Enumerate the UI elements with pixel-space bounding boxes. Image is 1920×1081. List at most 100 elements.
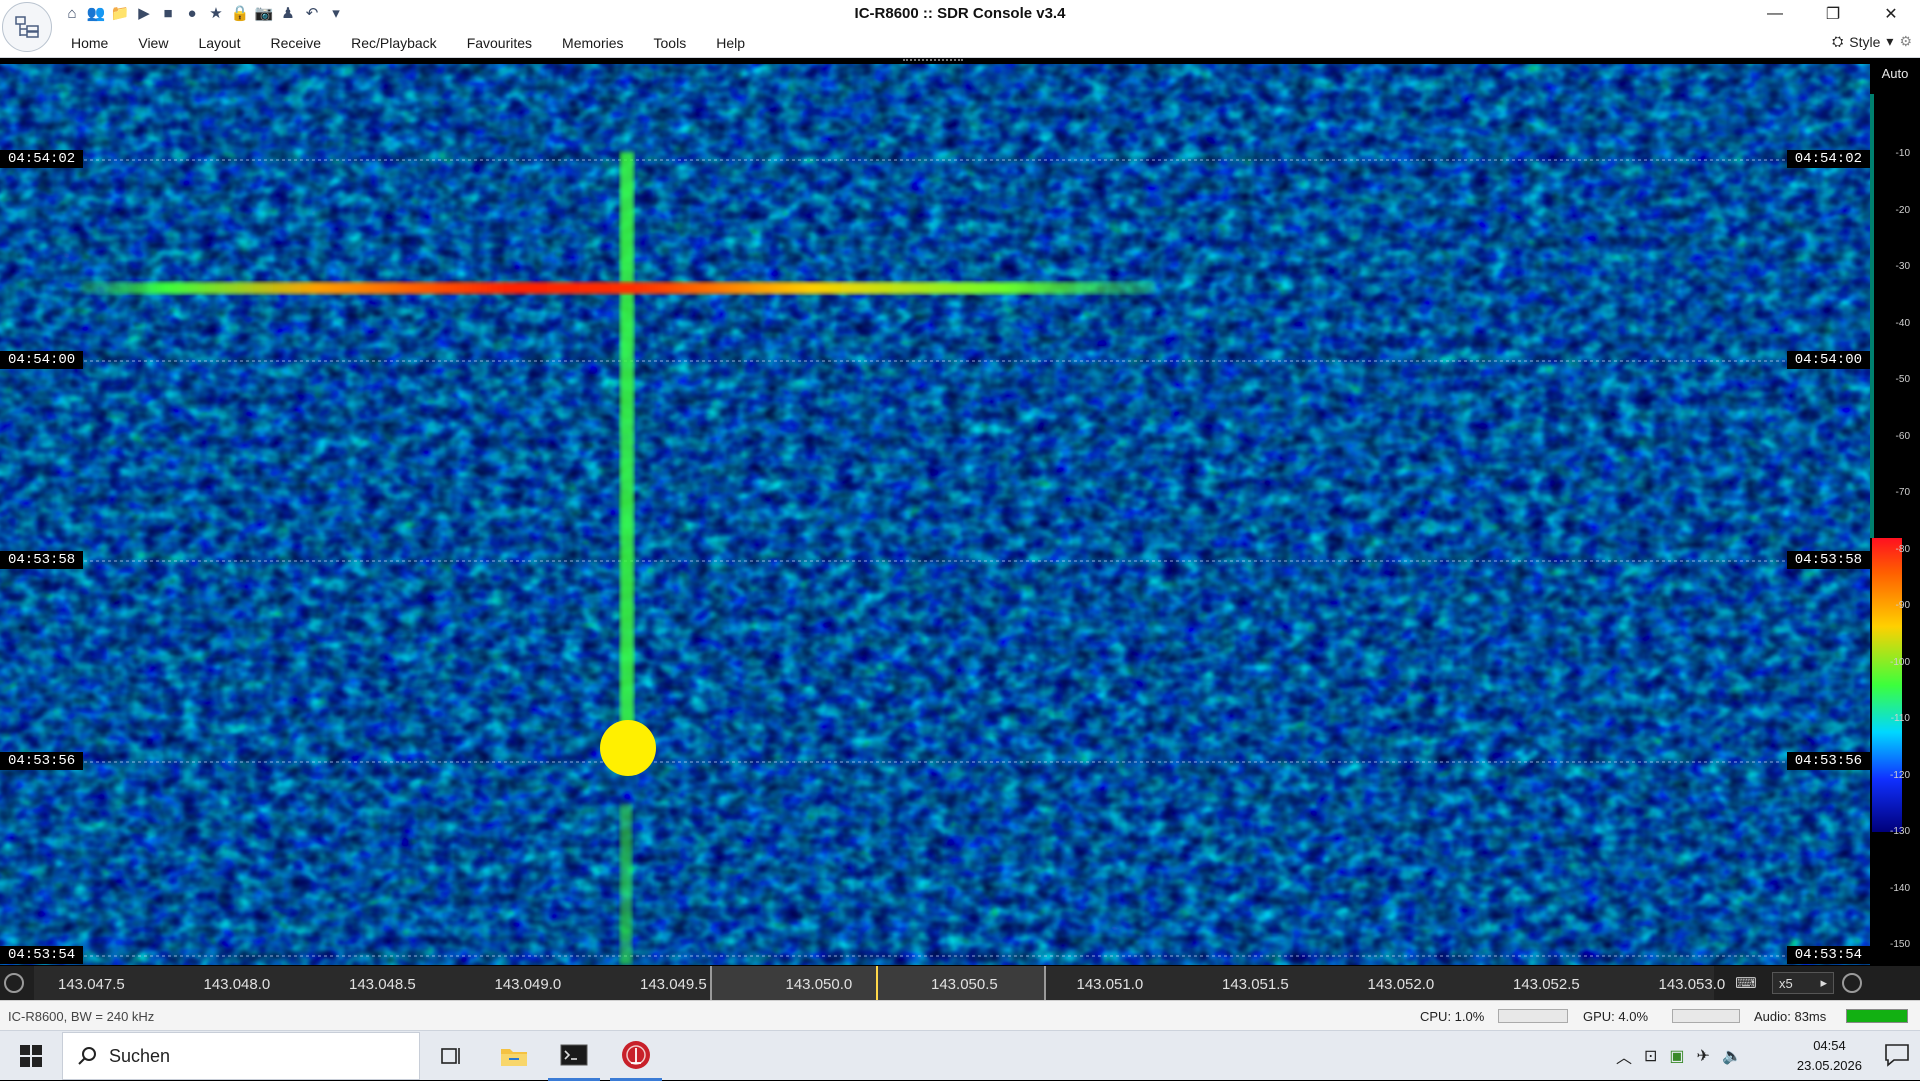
search-placeholder: Suchen xyxy=(109,1045,171,1066)
task-view-icon xyxy=(441,1048,460,1064)
frequency-label: 143.049.0 xyxy=(494,976,562,993)
window-controls: — ❐ ✕ xyxy=(1746,0,1920,28)
marker-dot[interactable] xyxy=(600,720,656,776)
scale-level-label: -100 xyxy=(1889,656,1910,668)
style-selector[interactable]: ⛭ Style ▾ ⚙ xyxy=(1832,33,1912,50)
menu-favourites[interactable]: Favourites xyxy=(452,35,547,51)
gpu-tray-icon[interactable]: ▣ xyxy=(1669,1046,1684,1066)
clock-date: 23.05.2026 xyxy=(1796,1058,1862,1073)
menu-bar: Home View Layout Receive Rec/Playback Favouri… xyxy=(0,28,1920,58)
volume-icon[interactable]: 🔈 xyxy=(1722,1046,1742,1066)
folder-icon[interactable]: 📁 xyxy=(110,3,130,23)
auto-scale-button[interactable]: Auto xyxy=(1870,66,1920,81)
style-label: Style xyxy=(1849,33,1881,50)
minimize-button[interactable]: — xyxy=(1746,0,1804,28)
scale-level-label: -30 xyxy=(1895,261,1910,272)
frequency-label: 143.047.5 xyxy=(58,976,125,993)
signal-trace-horizontal xyxy=(80,282,1156,294)
camera-icon[interactable]: 📷 xyxy=(254,3,274,23)
color-scale-bar xyxy=(1872,538,1902,832)
taskbar-terminal[interactable] xyxy=(548,1031,600,1081)
menu-home[interactable]: Home xyxy=(56,35,123,51)
help-icon[interactable]: ⛭ xyxy=(1832,33,1843,50)
start-button[interactable] xyxy=(4,1031,58,1081)
cpu-meter xyxy=(1498,1009,1568,1023)
star-icon[interactable]: ★ xyxy=(206,3,226,23)
maximize-button[interactable]: ❐ xyxy=(1804,0,1862,28)
scroll-right-button[interactable] xyxy=(1842,973,1862,993)
undo-icon[interactable]: ↶ xyxy=(302,3,322,23)
clock-time: 04:54 xyxy=(1813,1038,1846,1053)
scale-level-label: -10 xyxy=(1895,148,1910,159)
frequency-label: 143.048.0 xyxy=(203,976,271,993)
users-icon[interactable]: 👥 xyxy=(86,3,106,23)
time-label-right: 04:53:56 xyxy=(1786,752,1870,770)
quick-access-toolbar: ⌂ 👥 📁 ▶ ■ ● ★ 🔒 📷 ♟ ↶ ▾ xyxy=(62,3,346,23)
scale-level-label: -110 xyxy=(1890,713,1910,724)
menu-layout[interactable]: Layout xyxy=(183,35,255,51)
menu-receive[interactable]: Receive xyxy=(256,35,337,51)
frequency-label: 143.049.5 xyxy=(640,976,707,993)
status-bar: IC-R8600, BW = 240 kHz CPU: 1.0% GPU: 4.… xyxy=(0,1000,1920,1030)
app-menu-icon xyxy=(15,16,39,38)
gpu-meter xyxy=(1672,1009,1740,1023)
scale-level-label: -150 xyxy=(1889,939,1910,950)
play-icon[interactable]: ▶ xyxy=(134,3,154,23)
carrier-trace-vertical xyxy=(620,152,634,752)
dropdown-icon[interactable]: ▾ xyxy=(326,3,346,23)
home-icon[interactable]: ⌂ xyxy=(62,3,82,23)
radio-status: IC-R8600, BW = 240 kHz xyxy=(8,1009,155,1024)
taskbar-search-box[interactable]: Suchen xyxy=(62,1032,420,1080)
menu-help[interactable]: Help xyxy=(701,35,760,51)
frequency-label: 143.050.5 xyxy=(931,976,998,993)
notification-button[interactable] xyxy=(1884,1043,1910,1067)
frequency-label: 143.053.0 xyxy=(1658,976,1726,993)
close-button[interactable]: ✕ xyxy=(1862,0,1920,28)
menu-tools[interactable]: Tools xyxy=(639,35,702,51)
frequency-axis[interactable]: 143.047.5 143.048.0 143.048.5 143.049.0 143.… xyxy=(0,966,1920,1000)
scale-level-label: -120 xyxy=(1889,769,1910,781)
waterfall-display[interactable]: 04:54:02 04:54:02 04:54:00 04:54:00 04:53:58… xyxy=(0,64,1870,965)
scale-level-label: -70 xyxy=(1895,487,1910,498)
gear-icon[interactable]: ⚙ xyxy=(1899,33,1912,50)
menu-view[interactable]: View xyxy=(123,35,183,51)
task-view-button[interactable] xyxy=(424,1031,476,1081)
taskbar-file-explorer[interactable] xyxy=(488,1031,540,1081)
taskbar-sdr-console[interactable] xyxy=(610,1031,662,1081)
lock-icon[interactable]: 🔒 xyxy=(230,3,250,23)
scale-level-label: -20 xyxy=(1895,204,1910,216)
zoom-selector[interactable]: x5 ▸ xyxy=(1772,972,1834,994)
frequency-label: 143.051.0 xyxy=(1076,976,1144,993)
chevron-up-icon[interactable]: ︿ xyxy=(1616,1044,1632,1068)
time-label-left: 04:54:00 xyxy=(0,351,84,369)
chevron-right-icon: ▸ xyxy=(1820,975,1827,990)
panel-splitter[interactable] xyxy=(903,59,963,62)
keyboard-icon[interactable]: ⌨ xyxy=(1726,974,1766,992)
app-menu-button[interactable] xyxy=(2,2,52,52)
time-label-right: 04:53:58 xyxy=(1786,551,1870,569)
scroll-left-button[interactable] xyxy=(4,973,24,993)
notification-icon xyxy=(1885,1044,1909,1067)
taskbar: Suchen ︿ ⊡ ▣ ✈ 🔈 04:54 23.05.2026 xyxy=(0,1030,1920,1081)
taskbar-clock[interactable]: 04:54 23.05.2026 xyxy=(1797,1036,1862,1076)
frequency-label: 143.051.5 xyxy=(1222,976,1289,993)
scale-level-label: -60 xyxy=(1895,430,1910,442)
menu-memories[interactable]: Memories xyxy=(547,35,638,51)
gpu-usage: GPU: 4.0% xyxy=(1583,1009,1649,1024)
frequency-label: 143.052.0 xyxy=(1367,976,1435,993)
scale-level-label: -130 xyxy=(1889,826,1910,837)
person-icon[interactable]: ♟ xyxy=(278,3,298,23)
menu-items: Home View Layout Receive Rec/Playback Favouri… xyxy=(56,35,760,51)
audio-level-meter xyxy=(1846,1009,1908,1023)
terminal-icon xyxy=(560,1044,588,1065)
airplane-icon[interactable]: ✈ xyxy=(1697,1046,1710,1066)
stop-icon[interactable]: ■ xyxy=(158,3,178,23)
tuned-frequency-marker[interactable] xyxy=(876,966,878,1000)
search-icon xyxy=(78,1047,96,1065)
audio-latency: Audio: 83ms xyxy=(1754,1009,1827,1024)
folder-icon xyxy=(501,1049,527,1066)
network-icon[interactable]: ⊡ xyxy=(1644,1046,1657,1066)
record-icon[interactable]: ● xyxy=(182,3,202,23)
level-scale: Auto -10 -20 -30 -40 -50 -60 -70 -80 -90 -100 -110… xyxy=(1870,64,1920,965)
menu-rec-playback[interactable]: Rec/Playback xyxy=(336,35,452,51)
